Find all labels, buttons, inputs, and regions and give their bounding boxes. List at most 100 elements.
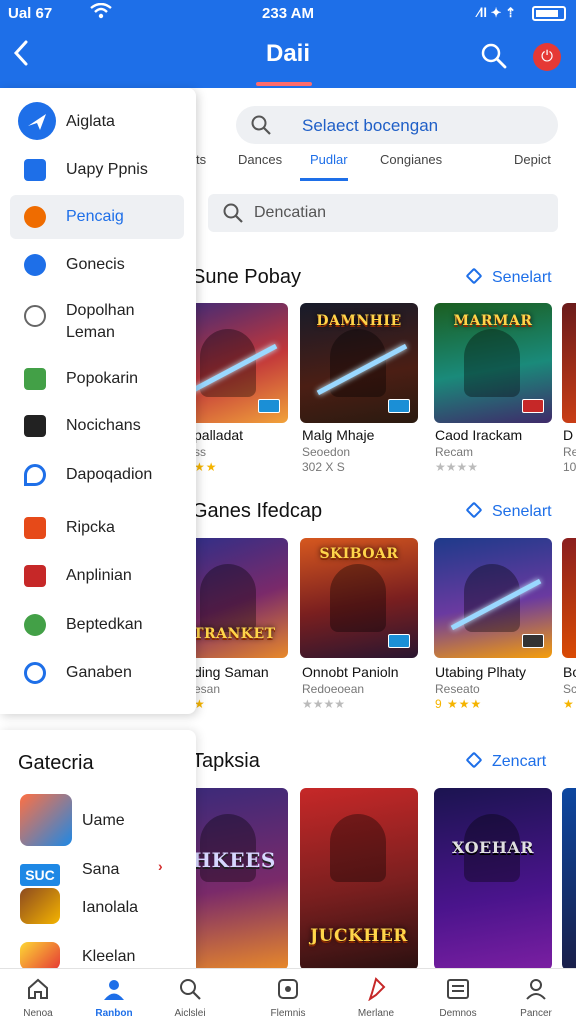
battery-icon [532, 6, 566, 21]
drawer-item[interactable]: Uapy Ppnis [10, 148, 184, 192]
card-art [330, 564, 386, 632]
card-subtitle: Recam [435, 445, 474, 459]
nav-item-bookmarks[interactable]: Merlane [338, 969, 414, 1024]
card-title: D [563, 427, 574, 443]
game-card[interactable] [562, 788, 576, 970]
game-card[interactable]: XOEHAR [434, 788, 552, 970]
see-all-label: Senelart [492, 269, 552, 286]
drawer-item[interactable]: Gonecis [10, 243, 184, 287]
user-icon [104, 980, 124, 1000]
drawer-item-label: Ripcka [66, 519, 115, 536]
category-label: Uame [82, 812, 125, 829]
secondary-search-input[interactable]: Dencatian [208, 194, 558, 232]
game-card[interactable]: JUCKHER [300, 788, 418, 970]
nav-item-home[interactable]: Nenoa [0, 969, 76, 1024]
drawer-item[interactable]: Dapoqadion [10, 453, 184, 497]
card-logo: JUCKHER [310, 926, 408, 946]
drawer-item[interactable]: Aiglata [10, 100, 184, 144]
header-search-button[interactable] [480, 42, 508, 70]
person-icon [526, 979, 546, 1000]
drawer-item-label: Dapoqadion [66, 466, 153, 483]
drawer-item-label: Aiglata [66, 113, 115, 130]
phone-icon [24, 464, 46, 486]
game-card[interactable] [562, 303, 576, 423]
game-card[interactable]: DAMNHIE [300, 303, 418, 423]
nav-item-profile[interactable]: Ranbon [76, 969, 152, 1024]
checkbox-icon [24, 415, 46, 437]
navigation-drawer: Aiglata Uapy Ppnis Pencaig Gonecis Dopol… [0, 88, 196, 714]
nav-item-account[interactable]: Pancer [498, 969, 574, 1024]
diamond-icon [465, 267, 483, 285]
bottom-navigation: Nenoa Ranbon Aiclslei Flemnis Merlane De… [0, 968, 576, 1024]
card-subtitle: Sc [563, 682, 576, 696]
card-meta: 10 [563, 460, 576, 474]
see-all-link[interactable]: Zencart [465, 751, 547, 771]
drawer-item-label: Gonecis [66, 256, 125, 273]
card-title: Onnobt Panioln [302, 664, 399, 680]
tab-dances[interactable]: Dances [238, 152, 282, 167]
nav-item-search[interactable]: Aiclslei [152, 969, 228, 1024]
chevron-right-icon[interactable]: › [158, 858, 163, 874]
location-pin-icon [24, 305, 46, 327]
game-card[interactable] [434, 538, 552, 658]
search-icon [180, 979, 201, 1000]
nav-label: Nenoa [23, 1008, 53, 1019]
platform-badge-icon [258, 399, 280, 413]
status-bar: Ual 67 233 AM ⁄ll ✦ ⇡ [0, 0, 576, 30]
tab-depict[interactable]: Depict [514, 152, 551, 167]
power-icon[interactable]: ⏻ [533, 43, 561, 71]
see-all-link[interactable]: Senelart [465, 501, 552, 521]
drawer-item[interactable]: Ripcka [10, 506, 184, 550]
card-rating: ★★ [194, 460, 218, 474]
game-card[interactable] [562, 538, 576, 658]
card-title: Malg Mhaje [302, 427, 375, 443]
drawer-item[interactable]: Anplinian [10, 554, 184, 598]
section-title: Tapksia [192, 750, 260, 772]
drawer-item[interactable]: Dopolhan Leman [10, 294, 184, 350]
category-app-icon: SUC [20, 864, 60, 886]
game-card[interactable]: MARMAR [434, 303, 552, 423]
game-card[interactable]: SKIBOAR [300, 538, 418, 658]
list-icon [447, 979, 469, 999]
card-logo: XOEHAR [451, 838, 535, 857]
shield-icon [24, 614, 46, 636]
see-all-link[interactable]: Senelart [465, 267, 552, 287]
drawer-item[interactable]: Popokarin [10, 357, 184, 401]
category-tabs: ts Dances Pudlar Congianes Depict [196, 148, 576, 180]
drawer-item[interactable]: Nocichans [10, 404, 184, 448]
pin-icon [368, 977, 386, 1001]
nav-label: Flemnis [270, 1008, 306, 1019]
search-icon [481, 43, 507, 69]
platform-badge-icon [522, 399, 544, 413]
send-icon [24, 254, 46, 276]
card-title: Utabing Plhaty [435, 664, 527, 680]
card-art [330, 814, 386, 882]
section-title: Sune Pobay [192, 266, 301, 288]
drawer-item[interactable]: Ganaben [10, 651, 184, 695]
search2-placeholder: Dencatian [254, 204, 327, 221]
see-all-label: Senelart [492, 503, 552, 520]
see-all-label: Zencart [492, 753, 547, 770]
search-input[interactable]: Selaect bocengan [236, 106, 558, 144]
nav-item-games[interactable]: Flemnis [250, 969, 326, 1024]
title-underline [256, 82, 312, 86]
app-root: Ual 67 233 AM ⁄ll ✦ ⇡ Daii ⏻ Selaect boc… [0, 0, 576, 1024]
drawer-item-label: Popokarin [66, 370, 139, 387]
drawer-item[interactable]: Pencaig [10, 195, 184, 239]
image-icon [24, 368, 46, 390]
tab-ts[interactable]: ts [196, 152, 206, 167]
plane-icon [18, 102, 56, 140]
nav-label: Pancer [520, 1008, 552, 1019]
category-app-icon [20, 942, 60, 970]
card-title: Bo [563, 664, 576, 680]
drawer-item-label: Ganaben [66, 664, 132, 681]
platform-badge-icon [388, 634, 410, 648]
drawer-item[interactable]: Beptedkan [10, 603, 184, 647]
card-rating: ★★★★ [302, 697, 346, 711]
video-icon [24, 565, 46, 587]
nav-item-lists[interactable]: Demnos [420, 969, 496, 1024]
search-icon [222, 202, 244, 229]
tab-congianes[interactable]: Congianes [380, 152, 442, 167]
tab-pudlar[interactable]: Pudlar [310, 152, 348, 167]
card-subtitle: Reseato [435, 682, 480, 696]
